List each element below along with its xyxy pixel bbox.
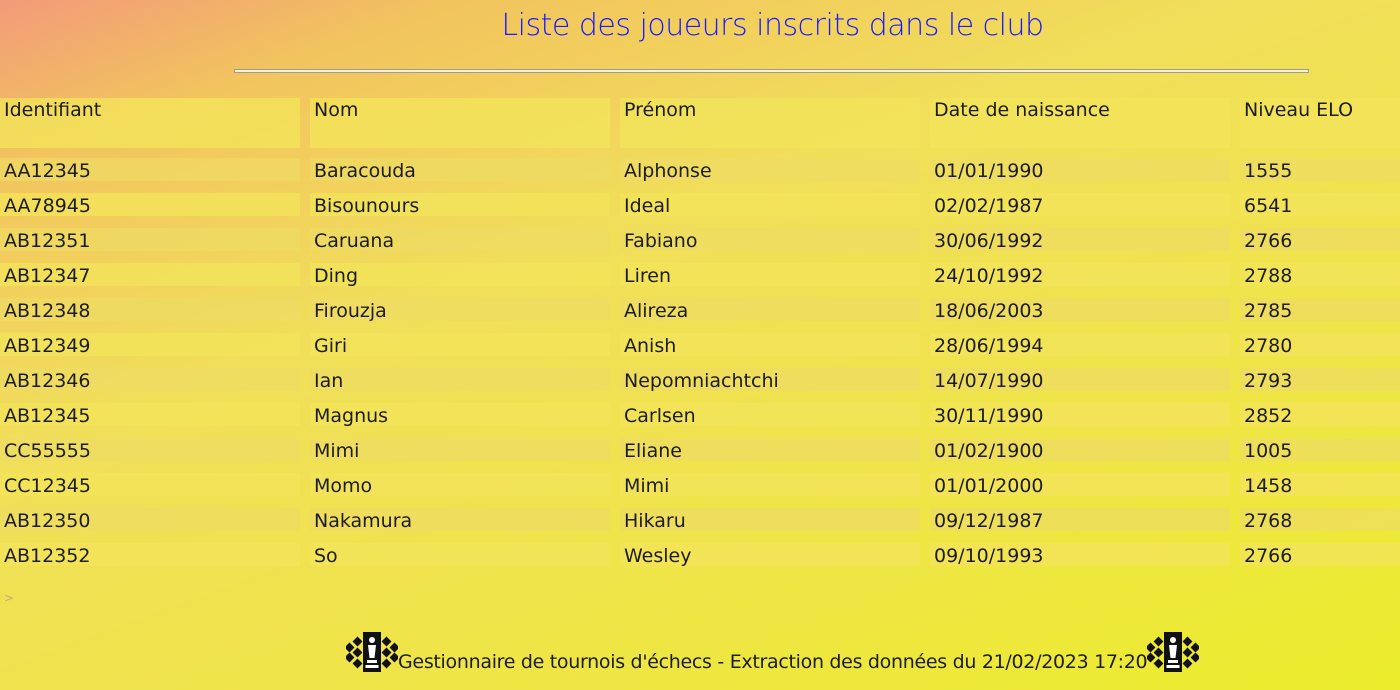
cell-prenom: Mimi — [620, 473, 920, 496]
cell-date-naissance: 14/07/1990 — [930, 368, 1230, 391]
cell-identifiant: AB12352 — [0, 543, 300, 566]
stray-caret: > — [4, 591, 15, 605]
cell-niveau-elo: 2780 — [1240, 333, 1400, 356]
cell-niveau-elo: 2793 — [1240, 368, 1400, 391]
cell-date-naissance: 09/10/1993 — [930, 543, 1230, 566]
cell-identifiant: CC12345 — [0, 473, 300, 496]
table-row: AB12349 Giri Anish 28/06/1994 2780 — [0, 333, 1400, 368]
table-row: AB12352 So Wesley 09/10/1993 2766 — [0, 543, 1400, 578]
cell-identifiant: AB12348 — [0, 298, 300, 321]
players-table: Identifiant Nom Prénom Date de naissance… — [0, 98, 1400, 578]
cell-niveau-elo: 2788 — [1240, 263, 1400, 286]
title-divider — [234, 69, 1309, 73]
cell-prenom: Eliane — [620, 438, 920, 461]
cell-nom: Ian — [310, 368, 610, 391]
footer-text: Gestionnaire de tournois d'échecs - Extr… — [398, 651, 1148, 673]
cell-prenom: Liren — [620, 263, 920, 286]
cell-niveau-elo: 2785 — [1240, 298, 1400, 321]
cell-date-naissance: 01/01/2000 — [930, 473, 1230, 496]
cell-prenom: Hikaru — [620, 508, 920, 531]
cell-nom: Momo — [310, 473, 610, 496]
table-row: AB12347 Ding Liren 24/10/1992 2788 — [0, 263, 1400, 298]
cell-identifiant: AB12347 — [0, 263, 300, 286]
cell-prenom: Anish — [620, 333, 920, 356]
header-niveau-elo: Niveau ELO — [1240, 98, 1400, 148]
cell-nom: Baracouda — [310, 158, 610, 181]
cell-date-naissance: 24/10/1992 — [930, 263, 1230, 286]
cell-prenom: Ideal — [620, 193, 920, 216]
cell-niveau-elo: 1458 — [1240, 473, 1400, 496]
table-row: AB12351 Caruana Fabiano 30/06/1992 2766 — [0, 228, 1400, 263]
cell-identifiant: AB12351 — [0, 228, 300, 251]
cell-date-naissance: 18/06/2003 — [930, 298, 1230, 321]
cell-nom: Giri — [310, 333, 610, 356]
header-identifiant: Identifiant — [0, 98, 300, 148]
cell-identifiant: AA12345 — [0, 158, 300, 181]
cell-date-naissance: 09/12/1987 — [930, 508, 1230, 531]
cell-date-naissance: 02/02/1987 — [930, 193, 1230, 216]
cell-date-naissance: 30/06/1992 — [930, 228, 1230, 251]
cell-niveau-elo: 2768 — [1240, 508, 1400, 531]
cell-prenom: Wesley — [620, 543, 920, 566]
cell-identifiant: CC55555 — [0, 438, 300, 461]
cell-prenom: Alireza — [620, 298, 920, 321]
cell-date-naissance: 01/01/1990 — [930, 158, 1230, 181]
cell-identifiant: AB12350 — [0, 508, 300, 531]
cell-prenom: Alphonse — [620, 158, 920, 181]
table-header-row: Identifiant Nom Prénom Date de naissance… — [0, 98, 1400, 158]
cell-nom: Caruana — [310, 228, 610, 251]
table-row: AB12348 Firouzja Alireza 18/06/2003 2785 — [0, 298, 1400, 333]
table-row: CC12345 Momo Mimi 01/01/2000 1458 — [0, 473, 1400, 508]
cell-prenom: Fabiano — [620, 228, 920, 251]
cell-nom: Mimi — [310, 438, 610, 461]
cell-niveau-elo: 6541 — [1240, 193, 1400, 216]
cell-identifiant: AA78945 — [0, 193, 300, 216]
footer: Gestionnaire de tournois d'échecs - Extr… — [344, 630, 1201, 674]
cell-nom: Nakamura — [310, 508, 610, 531]
page-title: Liste des joueurs inscrits dans le club — [501, 8, 1044, 43]
cell-niveau-elo: 2766 — [1240, 228, 1400, 251]
cell-nom: So — [310, 543, 610, 566]
chess-logo-icon — [1145, 632, 1201, 672]
cell-identifiant: AB12346 — [0, 368, 300, 391]
header-prenom: Prénom — [620, 98, 920, 148]
cell-niveau-elo: 1555 — [1240, 158, 1400, 181]
header-date-naissance: Date de naissance — [930, 98, 1230, 148]
table-row: CC55555 Mimi Eliane 01/02/1900 1005 — [0, 438, 1400, 473]
table-row: AB12346 Ian Nepomniachtchi 14/07/1990 27… — [0, 368, 1400, 403]
cell-nom: Bisounours — [310, 193, 610, 216]
cell-identifiant: AB12345 — [0, 403, 300, 426]
cell-niveau-elo: 2766 — [1240, 543, 1400, 566]
header-nom: Nom — [310, 98, 610, 148]
cell-identifiant: AB12349 — [0, 333, 300, 356]
cell-nom: Firouzja — [310, 298, 610, 321]
table-row: AB12345 Magnus Carlsen 30/11/1990 2852 — [0, 403, 1400, 438]
table-row: AA78945 Bisounours Ideal 02/02/1987 6541 — [0, 193, 1400, 228]
cell-prenom: Carlsen — [620, 403, 920, 426]
cell-niveau-elo: 1005 — [1240, 438, 1400, 461]
cell-nom: Ding — [310, 263, 610, 286]
cell-nom: Magnus — [310, 403, 610, 426]
cell-date-naissance: 01/02/1900 — [930, 438, 1230, 461]
cell-date-naissance: 28/06/1994 — [930, 333, 1230, 356]
table-row: AA12345 Baracouda Alphonse 01/01/1990 15… — [0, 158, 1400, 193]
cell-date-naissance: 30/11/1990 — [930, 403, 1230, 426]
cell-prenom: Nepomniachtchi — [620, 368, 920, 391]
chess-logo-icon — [344, 632, 400, 672]
cell-niveau-elo: 2852 — [1240, 403, 1400, 426]
table-row: AB12350 Nakamura Hikaru 09/12/1987 2768 — [0, 508, 1400, 543]
